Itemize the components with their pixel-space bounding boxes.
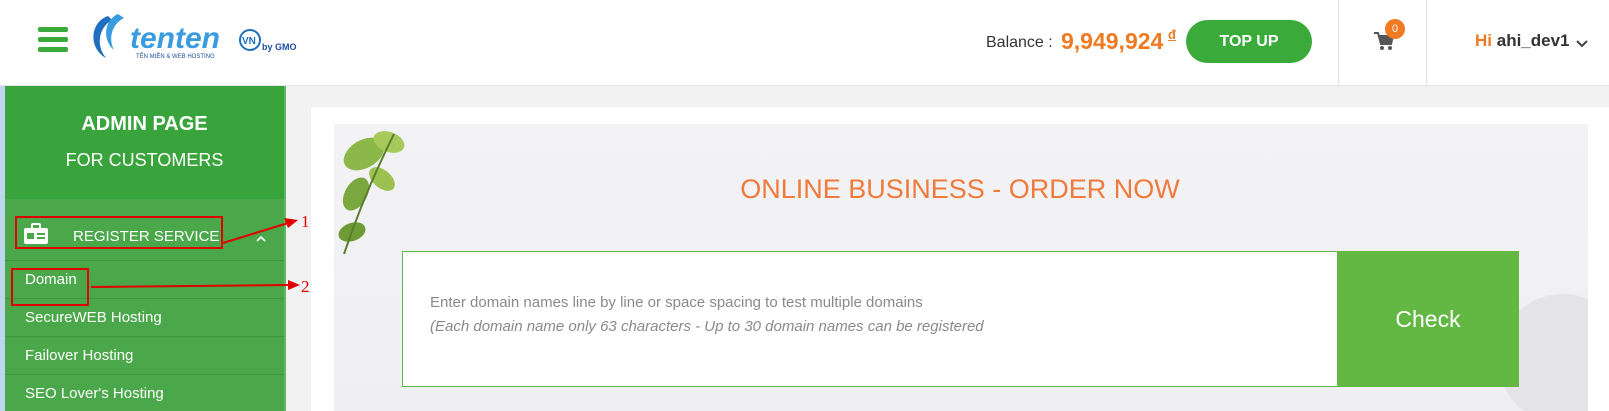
sidebar-item-seo-lovers-hosting[interactable]: SEO Lover's Hosting bbox=[5, 374, 284, 411]
greeting-hi: Hi bbox=[1475, 31, 1492, 50]
balance-label: Balance : bbox=[986, 34, 1053, 51]
annotation-marker-1: 1 bbox=[301, 212, 310, 231]
sidebar-item-label: Failover Hosting bbox=[25, 347, 134, 364]
sidebar-item-label: SecureWEB Hosting bbox=[25, 309, 162, 326]
annotation-marker-2: 2 bbox=[301, 277, 310, 296]
search-placeholder-line2: (Each domain name only 63 characters - U… bbox=[430, 318, 984, 335]
balance-currency: đ bbox=[1168, 27, 1176, 42]
user-menu[interactable]: Hi ahi_dev1 bbox=[1475, 31, 1570, 51]
chevron-down-icon[interactable] bbox=[1575, 36, 1589, 48]
search-placeholder-line1: Enter domain names line by line or space… bbox=[430, 294, 923, 311]
header-divider bbox=[1426, 0, 1427, 86]
sidebar-item-label: SEO Lover's Hosting bbox=[25, 385, 164, 402]
top-up-button[interactable]: TOP UP bbox=[1186, 20, 1312, 63]
header-divider bbox=[1338, 0, 1339, 86]
balance-value: 9,949,924 bbox=[1061, 28, 1164, 54]
annotation-arrows bbox=[90, 218, 300, 290]
check-button[interactable]: Check bbox=[1337, 251, 1519, 387]
username: ahi_dev1 bbox=[1496, 31, 1570, 50]
cart-count-badge: 0 bbox=[1385, 19, 1405, 39]
headline: ONLINE BUSINESS - ORDER NOW bbox=[740, 174, 1180, 204]
sidebar-item-failover-hosting[interactable]: Failover Hosting bbox=[5, 336, 284, 374]
